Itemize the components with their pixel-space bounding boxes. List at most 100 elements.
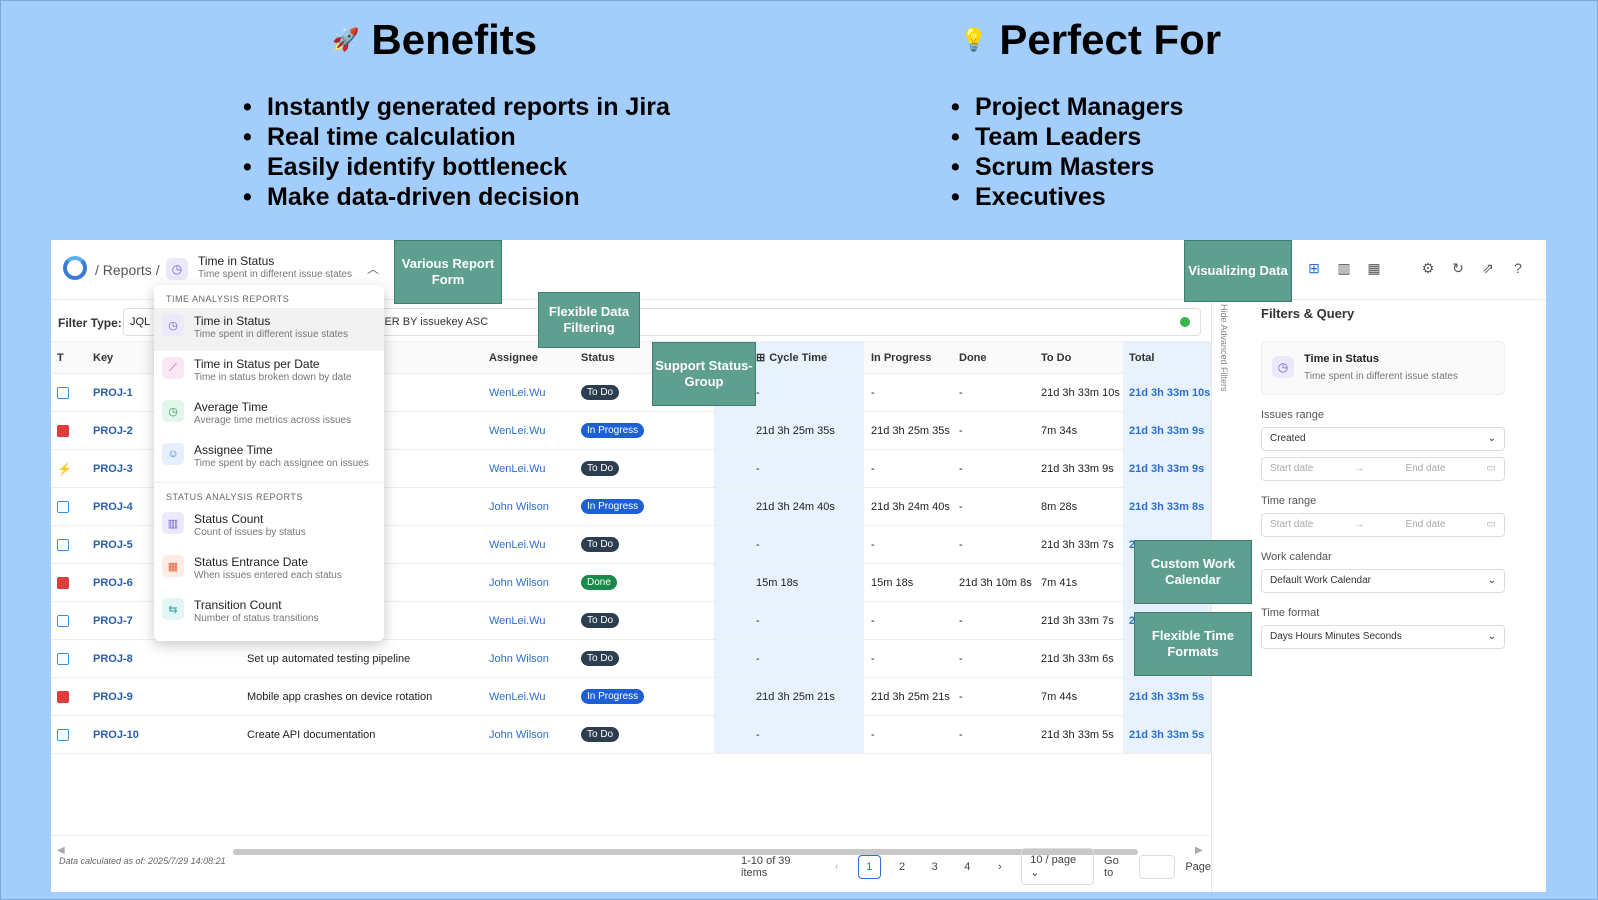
assignee-link[interactable]: WenLei.Wu: [489, 374, 545, 411]
time-format-select[interactable]: Days Hours Minutes Seconds ⌄: [1261, 625, 1505, 649]
task-type-icon: [57, 500, 69, 513]
issue-key-link[interactable]: PROJ-5: [93, 526, 133, 563]
cycle-time-cell: 21d 3h 25m 21s: [714, 678, 864, 715]
report-menu-item[interactable]: ▦ Status Entrance Date When issues entered…: [154, 549, 384, 592]
audience-item: Project Managers: [951, 92, 1183, 122]
dropdown-section-title: STATUS ANALYSIS REPORTS: [154, 482, 384, 506]
assignee-link[interactable]: John Wilson: [489, 488, 549, 525]
issue-key-link[interactable]: PROJ-2: [93, 412, 133, 449]
report-menu-item[interactable]: ⇆ Transition Count Number of status transi…: [154, 592, 384, 635]
page-button[interactable]: 3: [923, 855, 946, 879]
issue-key-link[interactable]: PROJ-6: [93, 564, 133, 601]
chevron-down-icon: ⌄: [1487, 433, 1496, 444]
time-date-range[interactable]: Start date → End date ▭: [1261, 513, 1505, 537]
status-badge: To Do: [581, 537, 620, 552]
export-icon[interactable]: ⇗: [1480, 260, 1496, 277]
report-menu-item[interactable]: ⟋ Time in Status per Date Time in status b…: [154, 351, 384, 394]
grid-view-icon[interactable]: ⊞: [1306, 260, 1322, 277]
jql-query-input[interactable]: ORDER BY issuekey ASC: [351, 308, 1201, 336]
report-menu-item[interactable]: ▥ Status Count Count of issues by status: [154, 506, 384, 549]
issue-key-link[interactable]: PROJ-4: [93, 488, 133, 525]
cycle-time-cell: -: [714, 640, 864, 677]
done-cell: -: [959, 728, 963, 741]
audience-item: Executives: [951, 182, 1183, 212]
clock-icon: ◷: [166, 258, 188, 280]
table-view-icon[interactable]: ▦: [1366, 260, 1382, 277]
gear-icon[interactable]: ⚙: [1420, 260, 1436, 277]
benefits-list: Instantly generated reports in Jira Real…: [243, 92, 670, 212]
col-in-progress[interactable]: In Progress: [871, 342, 932, 373]
assignee-link[interactable]: WenLei.Wu: [489, 602, 545, 639]
refresh-icon[interactable]: ↻: [1450, 260, 1466, 277]
table-row[interactable]: PROJ-9 Mobile app crashes on device rotat…: [51, 678, 1211, 716]
page-label: Page: [1185, 860, 1212, 873]
in-progress-cell: -: [871, 462, 875, 475]
status-badge: To Do: [581, 651, 620, 666]
issue-key-link[interactable]: PROJ-3: [93, 450, 133, 487]
task-type-icon: [57, 614, 69, 627]
chevron-up-icon[interactable]: ︿: [367, 260, 379, 277]
work-calendar-label: Work calendar: [1261, 551, 1332, 563]
prev-page-icon[interactable]: ‹: [825, 855, 848, 879]
status-badge: To Do: [581, 613, 620, 628]
app-logo[interactable]: [63, 256, 87, 280]
issues-range-select[interactable]: Created ⌄: [1261, 427, 1505, 451]
issue-key-link[interactable]: PROJ-9: [93, 678, 133, 715]
to-do-cell: 21d 3h 33m 10s: [1041, 386, 1120, 399]
col-to-do[interactable]: To Do: [1041, 342, 1071, 373]
time-format-label: Time format: [1261, 607, 1320, 619]
to-do-cell: 8m 28s: [1041, 500, 1078, 513]
page-size-select[interactable]: 10 / page ⌄: [1021, 848, 1095, 885]
report-menu-item[interactable]: ☺ Assignee Time Time spent by each assigne…: [154, 437, 384, 480]
breadcrumb[interactable]: / Reports /: [95, 262, 160, 278]
to-do-cell: 21d 3h 33m 5s: [1041, 728, 1114, 741]
assignee-link[interactable]: WenLei.Wu: [489, 678, 545, 715]
goto-page-input[interactable]: [1139, 854, 1176, 879]
bug-type-icon: [57, 424, 69, 437]
issue-key-link[interactable]: PROJ-8: [93, 640, 133, 677]
issues-date-range[interactable]: Start date → End date ▭: [1261, 457, 1505, 481]
issue-key-link[interactable]: PROJ-1: [93, 374, 133, 411]
assignee-link[interactable]: John Wilson: [489, 564, 549, 601]
assignee-link[interactable]: WenLei.Wu: [489, 450, 545, 487]
filters-panel: Filters & Query ◷ Time in Status Time sp…: [1261, 300, 1505, 649]
callout-filtering: Flexible Data Filtering: [538, 292, 640, 348]
col-type[interactable]: T: [57, 342, 64, 373]
issues-range-label: Issues range: [1261, 409, 1324, 421]
task-type-icon: [57, 652, 69, 665]
table-row[interactable]: PROJ-10 Create API documentation John Wils…: [51, 716, 1211, 754]
menu-item-title: Transition Count: [194, 598, 282, 612]
calendar-icon: ▭: [1486, 519, 1496, 530]
page-button[interactable]: 2: [891, 855, 914, 879]
issue-key-link[interactable]: PROJ-10: [93, 716, 139, 753]
chart-view-icon[interactable]: ▥: [1336, 260, 1352, 277]
assignee-link[interactable]: John Wilson: [489, 640, 549, 677]
work-calendar-select[interactable]: Default Work Calendar ⌄: [1261, 569, 1505, 593]
cycle-time-cell: 15m 18s: [714, 564, 864, 601]
page-button[interactable]: 4: [956, 855, 979, 879]
filter-type-label: Filter Type:: [58, 316, 122, 330]
hide-filters-toggle[interactable]: Hide Advanced Filters: [1219, 304, 1229, 392]
report-selector[interactable]: ◷ Time in Status Time spent in different…: [166, 254, 352, 281]
query-valid-icon: [1180, 317, 1190, 327]
assignee-link[interactable]: WenLei.Wu: [489, 526, 545, 563]
callout-report-form: Various Report Form: [394, 240, 502, 304]
calendar-icon: ▦: [162, 555, 184, 577]
help-icon[interactable]: ?: [1510, 260, 1526, 277]
assignee-link[interactable]: John Wilson: [489, 716, 549, 753]
issue-key-link[interactable]: PROJ-7: [93, 602, 133, 639]
col-key[interactable]: Key: [93, 342, 113, 373]
assignee-link[interactable]: WenLei.Wu: [489, 412, 545, 449]
audience-item: Team Leaders: [951, 122, 1183, 152]
next-page-icon[interactable]: ›: [989, 855, 1012, 879]
col-assignee[interactable]: Assignee: [489, 342, 538, 373]
table-row[interactable]: PROJ-8 Set up automated testing pipeline J…: [51, 640, 1211, 678]
report-menu-item[interactable]: ◷ Average Time Average time metrics across…: [154, 394, 384, 437]
report-menu-item[interactable]: ◷ Time in Status Time spent in different i…: [154, 308, 384, 351]
bug-type-icon: [57, 690, 69, 703]
col-done[interactable]: Done: [959, 342, 987, 373]
col-total[interactable]: Total: [1123, 342, 1211, 373]
to-do-cell: 7m 34s: [1041, 424, 1078, 437]
clock-icon: ◷: [162, 400, 184, 422]
page-button[interactable]: 1: [857, 854, 881, 879]
